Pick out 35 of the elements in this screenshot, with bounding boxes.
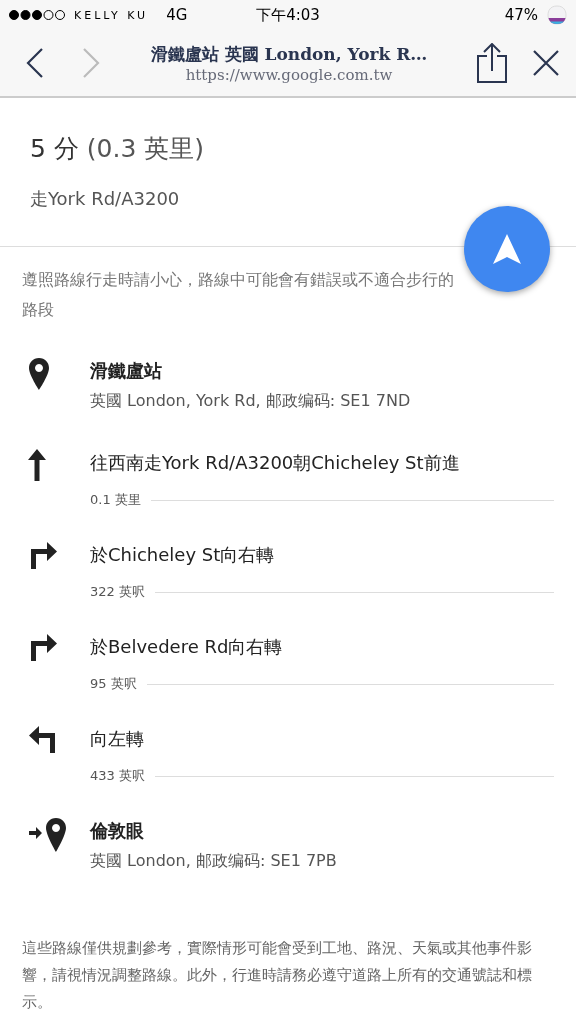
chevron-right-icon bbox=[80, 46, 102, 80]
step-distance: 322 英呎 bbox=[90, 583, 145, 601]
disclaimer-text: 這些路線僅供規劃參考，實際情形可能會受到工地、路況、天氣或其他事件影響，請視情況調整路線。此外，行進時請務必遵守道路上所有的交通號誌和標示。 bbox=[21, 938, 533, 1013]
turn-left-icon bbox=[28, 725, 58, 753]
page-url: https://www.google.com.tw bbox=[185, 65, 393, 84]
step-title: 往西南走York Rd/A3200朝Chicheley St前進 bbox=[90, 451, 461, 475]
chevron-left-icon bbox=[24, 46, 46, 80]
arrive-pin-icon bbox=[28, 817, 68, 853]
step-distance: 433 英呎 bbox=[90, 767, 145, 785]
step-title: 滑鐵盧站 bbox=[90, 359, 163, 383]
step-title: 向左轉 bbox=[90, 727, 145, 751]
clock: 下午4:03 bbox=[256, 5, 320, 25]
step-distance: 95 英呎 bbox=[90, 675, 137, 693]
navigation-button[interactable] bbox=[464, 206, 550, 292]
step-title: 倫敦眼 bbox=[90, 819, 145, 843]
navigation-arrow-icon bbox=[492, 233, 522, 265]
step-distance: 0.1 英里 bbox=[90, 491, 141, 509]
carrier-name: KELLY KU bbox=[74, 8, 149, 22]
route-via: 走York Rd/A3200 bbox=[30, 187, 181, 211]
route-duration: 5 分 (0.3 英里) bbox=[30, 133, 206, 165]
share-icon bbox=[476, 43, 508, 83]
signal-icon bbox=[8, 9, 66, 21]
step-address: 英國 London, York Rd, 邮政编码: SE1 7ND bbox=[90, 391, 412, 412]
page-title: 滑鐵盧站 英國 London, York R… bbox=[150, 42, 428, 66]
turn-right-icon bbox=[28, 541, 58, 569]
location-pin-icon bbox=[28, 357, 50, 391]
turn-right-icon bbox=[28, 633, 58, 661]
warning-text: 遵照路線行走時請小心，路線中可能會有錯誤或不適合步行的路段 bbox=[22, 269, 455, 321]
battery-percent: 47% bbox=[504, 6, 538, 24]
step-title: 於Belvedere Rd向右轉 bbox=[90, 635, 284, 659]
network-type: 4G bbox=[166, 6, 188, 24]
straight-arrow-icon bbox=[28, 449, 46, 481]
close-icon bbox=[532, 49, 560, 77]
step-title: 於Chicheley St向右轉 bbox=[90, 543, 276, 567]
step-address: 英國 London, 邮政编码: SE1 7PB bbox=[90, 851, 338, 872]
